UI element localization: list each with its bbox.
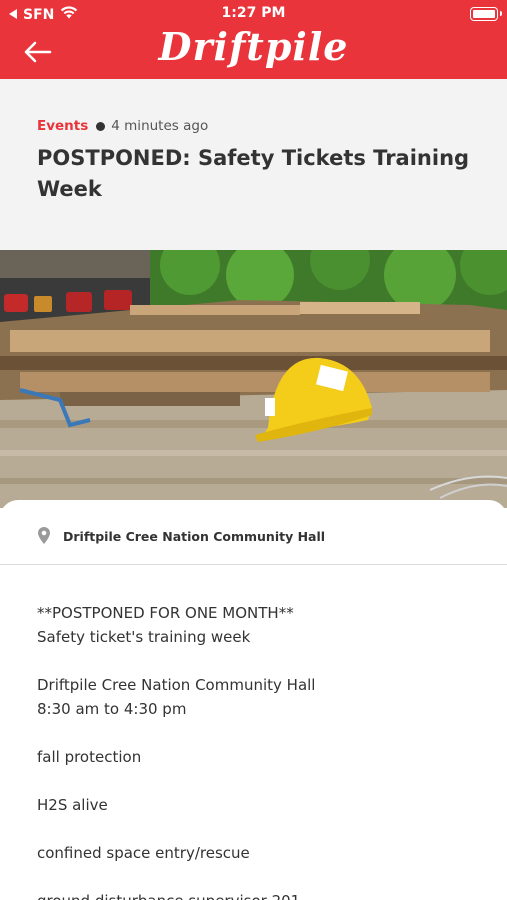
event-details-card: Driftpile Cree Nation Community Hall **P… <box>0 500 507 900</box>
location-pin-icon <box>38 527 50 544</box>
body-paragraph: fall protection <box>37 748 142 766</box>
body-paragraph: ground disturbance supervisor 201 <box>37 889 477 900</box>
category-label[interactable]: Events <box>37 118 88 134</box>
event-location[interactable]: Driftpile Cree Nation Community Hall <box>37 527 325 545</box>
body-line: 8:30 am to 4:30 pm <box>37 700 187 718</box>
separator-dot <box>96 121 106 131</box>
post-title: POSTPONED: Safety Tickets Training Week <box>37 146 470 201</box>
body-line: Driftpile Cree Nation Community Hall <box>37 676 316 694</box>
body-paragraph: confined space entry/rescue <box>37 844 250 862</box>
brand-logo: Driftpile <box>158 24 349 69</box>
location-name: Driftpile Cree Nation Community Hall <box>63 528 326 544</box>
status-time: 1:27 PM <box>221 5 286 21</box>
body-paragraph: H2S alive <box>37 796 108 814</box>
divider <box>0 564 507 565</box>
event-photo <box>0 250 507 508</box>
app-header: SFN 1:27 PM Driftpile <box>0 0 507 79</box>
body-paragraph: Driftpile Cree Nation Community Hall 8:3… <box>37 673 477 721</box>
battery-icon <box>470 7 502 21</box>
post-body: **POSTPONED FOR ONE MONTH** Safety ticke… <box>37 601 477 900</box>
body-line: **POSTPONED FOR ONE MONTH** <box>37 604 294 622</box>
body-line: Safety ticket's training week <box>37 628 251 646</box>
post-time: 4 minutes ago <box>111 118 209 134</box>
post-meta: Events 4 minutes ago <box>37 118 208 134</box>
body-paragraph: **POSTPONED FOR ONE MONTH** Safety ticke… <box>37 601 477 649</box>
article-header: Events 4 minutes ago POSTPONED: Safety T… <box>0 79 507 250</box>
